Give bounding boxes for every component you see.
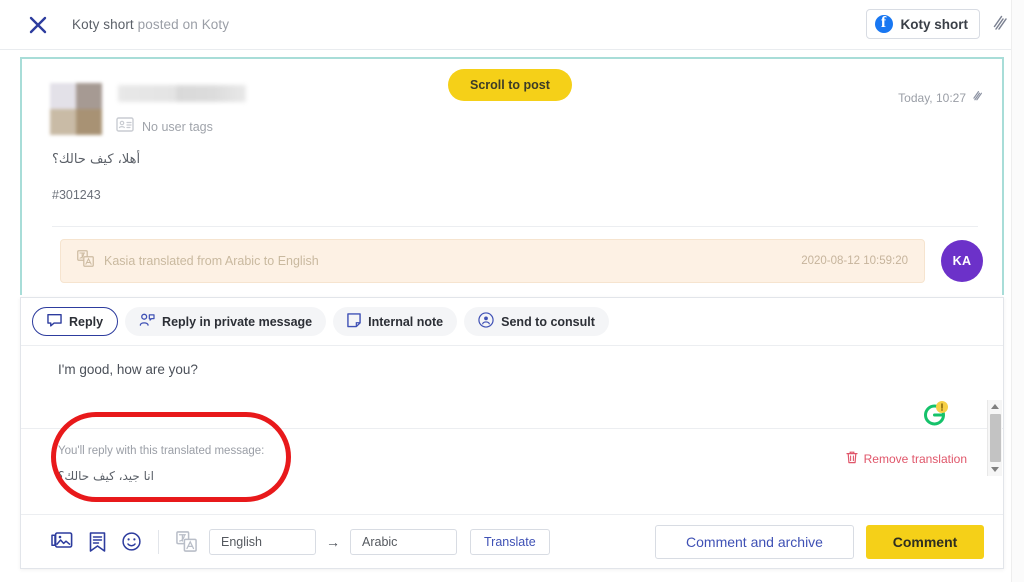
- reply-panel: Reply Reply in private message Internal …: [20, 297, 1004, 569]
- user-tags-label: No user tags: [142, 120, 213, 134]
- translation-banner-text: Kasia translated from Arabic to English: [104, 254, 319, 268]
- user-tags[interactable]: No user tags: [116, 117, 213, 137]
- agent-avatar: KA: [941, 240, 983, 282]
- tab-reply-private-message-label: Reply in private message: [162, 314, 313, 329]
- reply-editor[interactable]: I'm good, how are you?: [21, 346, 1003, 476]
- slash-link-icon[interactable]: [971, 90, 984, 106]
- translated-preview-note: You'll reply with this translated messag…: [58, 445, 265, 457]
- header-user-name: Koty short: [72, 17, 134, 32]
- tab-internal-note[interactable]: Internal note: [333, 307, 458, 336]
- avatar: [50, 83, 102, 135]
- tab-internal-note-label: Internal note: [368, 314, 444, 329]
- comment-button[interactable]: Comment: [866, 525, 984, 559]
- reply-editor-text: I'm good, how are you?: [58, 362, 198, 377]
- tab-send-to-consult-label: Send to consult: [501, 314, 595, 329]
- tab-send-to-consult[interactable]: Send to consult: [464, 307, 609, 336]
- saved-replies-icon[interactable]: [89, 531, 106, 552]
- grammarly-icon[interactable]: [922, 399, 950, 427]
- arrow-right-icon: →: [326, 533, 340, 550]
- tab-reply[interactable]: Reply: [32, 307, 119, 336]
- private-message-icon: [139, 313, 155, 330]
- trash-icon: [846, 451, 858, 467]
- emoji-icon[interactable]: [122, 532, 141, 551]
- facebook-icon: [874, 13, 893, 33]
- tab-reply-private-message[interactable]: Reply in private message: [125, 307, 327, 336]
- slash-link-icon[interactable]: [990, 14, 1010, 34]
- ticket-reference: #301243: [52, 188, 101, 202]
- post-timestamp: Today, 10:27: [898, 90, 984, 106]
- window-header: Koty short posted on Koty Koty short: [0, 0, 1024, 50]
- scroll-to-post-button[interactable]: Scroll to post: [448, 69, 572, 101]
- translate-button[interactable]: Translate: [470, 528, 550, 555]
- target-language-select[interactable]: Arabic: [350, 528, 457, 555]
- scroll-up-icon[interactable]: [988, 400, 1003, 413]
- translation-timestamp: 2020-08-12 10:59:20: [801, 255, 908, 267]
- translate-icon: [176, 531, 197, 552]
- tab-reply-label: Reply: [69, 314, 104, 329]
- header-title-rest: posted on Koty: [137, 17, 230, 32]
- remove-translation-label: Remove translation: [863, 452, 967, 466]
- translated-preview: You'll reply with this translated messag…: [21, 412, 1003, 515]
- reply-tabs: Reply Reply in private message Internal …: [21, 298, 1003, 346]
- translated-preview-text: انا جيد، كيف حالك؟: [58, 469, 154, 483]
- header-actions: Koty short: [865, 9, 1011, 39]
- source-language-select[interactable]: English: [209, 528, 316, 555]
- toolbar-divider: [158, 529, 159, 554]
- remove-translation-button[interactable]: Remove translation: [846, 451, 967, 467]
- channel-badge[interactable]: Koty short: [865, 9, 980, 39]
- channel-badge-label: Koty short: [900, 16, 969, 32]
- note-icon: [347, 312, 361, 331]
- attach-image-icon[interactable]: [51, 532, 73, 551]
- page-title: Koty short posted on Koty: [72, 17, 229, 32]
- translation-banner: Kasia translated from Arabic to English …: [60, 239, 925, 283]
- post-message: أهلا، كيف حالك؟: [52, 152, 141, 167]
- id-card-icon: [116, 117, 134, 137]
- broadcast-icon: [478, 312, 494, 331]
- conversation-window: Koty short posted on Koty Koty short: [0, 0, 1024, 582]
- comment-bubble-icon: [47, 313, 62, 330]
- reply-toolbar: English → Arabic Translate Comment and a…: [21, 515, 1003, 568]
- post-timestamp-label: Today, 10:27: [898, 91, 966, 105]
- post-card: No user tags أهلا، كيف حالك؟ #301243 Scr…: [20, 57, 1004, 295]
- translate-icon: [77, 250, 94, 272]
- toolbar-icons: [51, 531, 141, 552]
- post-divider: [52, 226, 978, 227]
- page-scrollbar[interactable]: [1011, 0, 1024, 582]
- reply-actions: Comment and archive Comment: [655, 525, 984, 559]
- close-icon[interactable]: [26, 13, 50, 37]
- comment-and-archive-button[interactable]: Comment and archive: [655, 525, 854, 559]
- post-author-name: [118, 85, 246, 102]
